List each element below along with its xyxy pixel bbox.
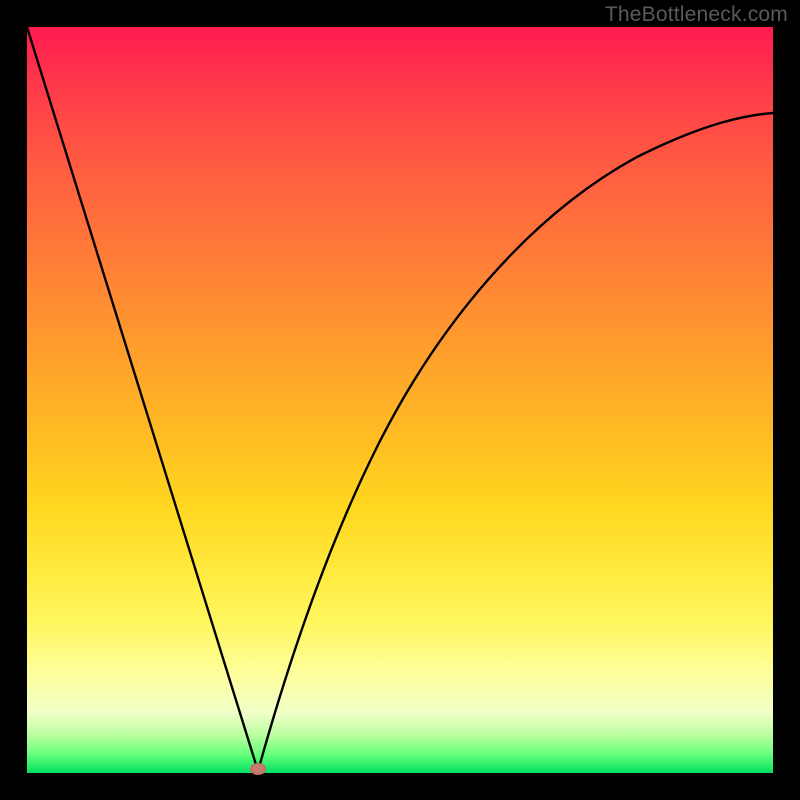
chart-frame: TheBottleneck.com [0, 0, 800, 800]
watermark-text: TheBottleneck.com [605, 3, 788, 27]
minimum-marker [250, 763, 266, 775]
plot-area [27, 27, 773, 773]
bottleneck-curve [27, 27, 773, 773]
curve-path [27, 27, 773, 771]
